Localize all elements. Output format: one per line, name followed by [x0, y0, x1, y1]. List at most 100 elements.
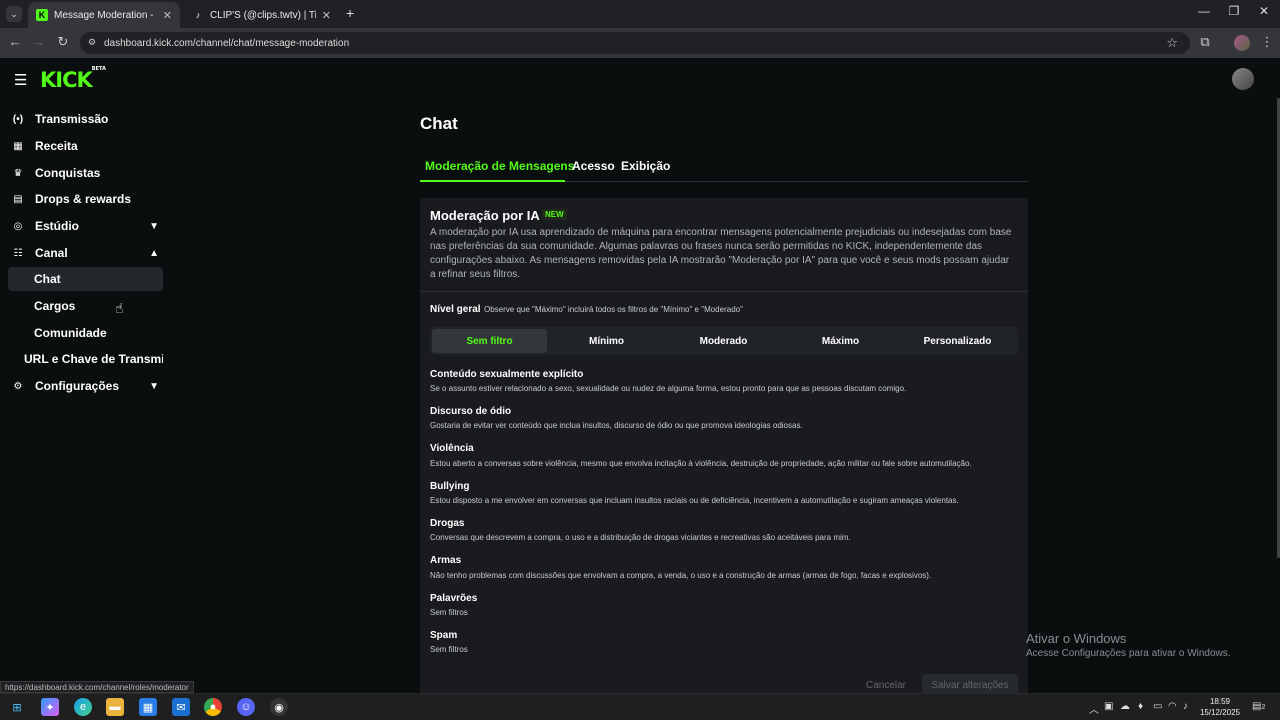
- display-icon[interactable]: ▭: [1153, 701, 1162, 712]
- close-tab-icon[interactable]: ✕: [163, 9, 172, 22]
- hamburger-menu-icon[interactable]: ☰: [14, 71, 27, 89]
- sidebar-item-label: Estúdio: [35, 219, 79, 233]
- close-window-icon[interactable]: ✕: [1254, 4, 1274, 18]
- restore-icon[interactable]: ❐: [1224, 4, 1244, 18]
- category-title: Conteúdo sexualmente explícito: [430, 369, 584, 380]
- edge-icon[interactable]: e: [74, 698, 92, 716]
- sidebar-item-chat[interactable]: Chat: [8, 267, 163, 291]
- level-maximo-button[interactable]: Máximo: [783, 329, 898, 353]
- page-title: Chat: [420, 114, 458, 133]
- chrome-icon[interactable]: ●: [204, 698, 222, 716]
- category-title: Discurso de ódio: [430, 406, 512, 417]
- sidebar-item-label: Receita: [35, 139, 78, 153]
- nivel-geral-note: Observe que "Máximo" incluirá todos os f…: [484, 305, 743, 314]
- save-button[interactable]: Salvar alterações: [922, 674, 1018, 693]
- divider: [420, 291, 1028, 292]
- extensions-icon[interactable]: ⧉: [1196, 34, 1214, 50]
- close-tab-icon[interactable]: ✕: [322, 9, 331, 22]
- tray-chevron-up-icon[interactable]: ︿: [1089, 701, 1099, 716]
- kick-icon: K: [36, 9, 48, 21]
- sidebar-item-label: URL e Chave de Transmissã: [24, 352, 163, 366]
- sidebar-item-configuracoes[interactable]: ⚙ Configurações ▼: [8, 374, 163, 398]
- chevron-down-icon: ▼: [149, 220, 159, 232]
- sidebar-item-transmissao[interactable]: (•) Transmissão: [8, 107, 163, 131]
- site-info-icon[interactable]: ⚙: [88, 37, 96, 48]
- sidebar-item-comunidade[interactable]: Comunidade: [8, 321, 163, 345]
- kick-dashboard: ☰ KICKBETA (•) Transmissão ▦ Receita ♛ C…: [0, 58, 1280, 693]
- level-moderado-button[interactable]: Moderado: [666, 329, 781, 353]
- avatar[interactable]: [1232, 68, 1254, 90]
- category-title: Drogas: [430, 518, 465, 529]
- tab-acesso[interactable]: Acesso: [572, 159, 615, 173]
- mic-icon[interactable]: ♦: [1138, 701, 1143, 712]
- tab-moderacao[interactable]: Moderação de Mensagens: [425, 159, 574, 173]
- browser-tab-tiktok[interactable]: ♪ CLIP'S (@clips.twtv) | TikTok ✕: [184, 2, 339, 28]
- browser-tab-kick[interactable]: K Message Moderation - Kick Da ✕: [28, 2, 180, 28]
- sidebar-item-label: Comunidade: [34, 326, 107, 340]
- trophy-icon: ♛: [13, 167, 23, 179]
- new-tab-button[interactable]: +: [346, 5, 354, 21]
- sidebar-item-label: Conquistas: [35, 166, 101, 180]
- channel-icon: ☷: [13, 247, 23, 259]
- sidebar-item-cargos[interactable]: Cargos: [8, 294, 163, 318]
- level-minimo-button[interactable]: Mínimo: [549, 329, 664, 353]
- minimize-icon[interactable]: —: [1194, 4, 1214, 18]
- sidebar-item-label: Drops & rewards: [35, 192, 132, 206]
- sidebar-item-estudio[interactable]: ◎ Estúdio ▼: [8, 214, 163, 238]
- bookmark-star-icon[interactable]: ☆: [1166, 35, 1178, 51]
- nivel-geral-label: Nível geral: [430, 304, 481, 315]
- level-sem-filtro-button[interactable]: Sem filtro: [432, 329, 547, 353]
- sidebar-item-label: Transmissão: [35, 112, 109, 126]
- category-description: Gostaria de evitar ver conteúdo que incl…: [430, 421, 803, 430]
- windows-start-icon[interactable]: ⊞: [8, 698, 26, 716]
- status-bar-url: https://dashboard.kick.com/channel/roles…: [0, 681, 194, 693]
- sidebar-item-label: Cargos: [34, 299, 76, 313]
- gear-icon: ⚙: [13, 380, 23, 392]
- clock-date: 15/12/2025: [1199, 708, 1241, 717]
- sidebar-item-url-chave[interactable]: URL e Chave de Transmissã: [8, 347, 163, 371]
- tray-app-icon[interactable]: ▣: [1104, 701, 1113, 712]
- category-description: Sem filtros: [430, 608, 468, 617]
- store-icon[interactable]: ▦: [139, 698, 157, 716]
- category-description: Não tenho problemas com discussões que e…: [430, 571, 932, 580]
- category-title: Armas: [430, 555, 462, 566]
- windows-taskbar: ⊞ ✦ e ▬ ▦ ✉ ● ☺ ◉ ︿ ▣ ☁ ♦ ▭ ◠ ♪ 18:59 15…: [0, 693, 1280, 720]
- kick-logo[interactable]: KICKBETA: [40, 66, 106, 92]
- sidebar-item-drops[interactable]: ▤ Drops & rewards: [8, 187, 163, 211]
- new-badge: NEW: [542, 209, 567, 220]
- sidebar-item-conquistas[interactable]: ♛ Conquistas: [8, 161, 163, 185]
- discord-icon[interactable]: ☺: [237, 698, 255, 716]
- level-personalizado-button[interactable]: Personalizado: [900, 329, 1015, 353]
- address-bar[interactable]: ⚙ dashboard.kick.com/channel/chat/messag…: [80, 32, 1190, 54]
- cancel-button[interactable]: Cancelar: [860, 674, 912, 693]
- tab-search-icon[interactable]: ⌄: [6, 6, 22, 22]
- ai-moderation-card: Moderação por IA NEW A moderação por IA …: [420, 198, 1028, 693]
- obs-icon[interactable]: ◉: [270, 698, 288, 716]
- sidebar-item-canal[interactable]: ☷ Canal ▲: [8, 241, 163, 265]
- notification-icon[interactable]: ▤2: [1252, 701, 1265, 712]
- back-icon[interactable]: ←: [6, 34, 24, 49]
- tab-exibicao[interactable]: Exibição: [621, 159, 670, 173]
- taskbar-clock[interactable]: 18:59 15/12/2025: [1196, 696, 1244, 718]
- studio-icon: ◎: [13, 220, 23, 232]
- notification-count: 2: [1261, 704, 1266, 711]
- file-explorer-icon[interactable]: ▬: [106, 698, 124, 716]
- category-title: Palavrões: [430, 593, 478, 604]
- copilot-icon[interactable]: ✦: [41, 698, 59, 716]
- reload-icon[interactable]: ↻: [54, 34, 72, 50]
- sidebar-item-label: Canal: [35, 246, 68, 260]
- chevron-up-icon: ▲: [149, 247, 159, 259]
- forward-icon[interactable]: →: [30, 34, 48, 49]
- mail-icon[interactable]: ✉: [172, 698, 190, 716]
- network-icon[interactable]: ☁: [1120, 701, 1130, 712]
- menu-kebab-icon[interactable]: ⋮: [1258, 34, 1276, 50]
- windows-activation-text: Acesse Configurações para ativar o Windo…: [1026, 648, 1231, 659]
- volume-icon[interactable]: ♪: [1183, 701, 1188, 712]
- sidebar-item-receita[interactable]: ▦ Receita: [8, 134, 163, 158]
- category-title: Spam: [430, 630, 458, 641]
- tiktok-icon: ♪: [195, 10, 201, 20]
- wifi-icon[interactable]: ◠: [1168, 701, 1177, 712]
- category-title: Bullying: [430, 481, 470, 492]
- category-title: Violência: [430, 443, 474, 454]
- profile-avatar-icon[interactable]: [1234, 35, 1250, 51]
